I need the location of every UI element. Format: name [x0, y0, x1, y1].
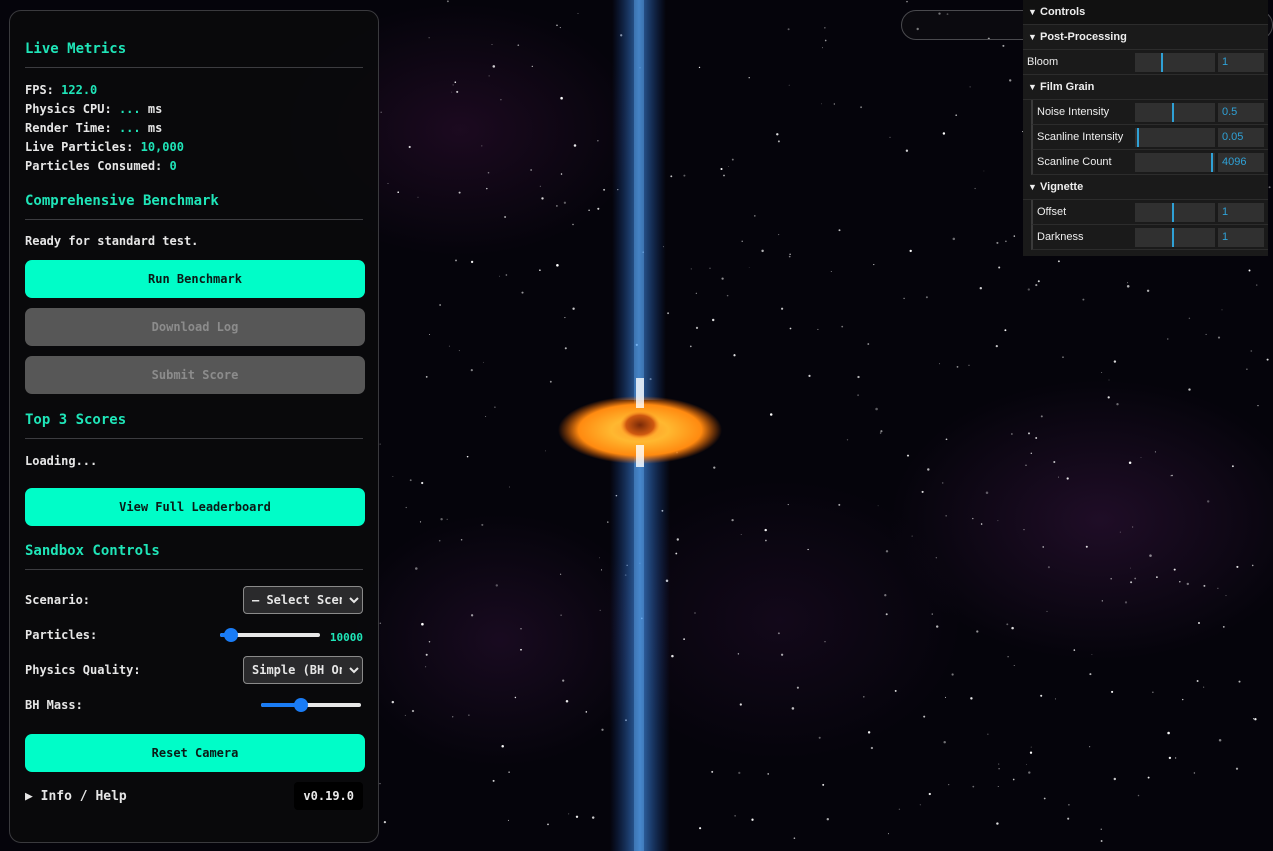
noise-intensity-input[interactable]: 0.5 — [1218, 102, 1264, 122]
offset-label: Offset — [1037, 206, 1067, 218]
run-benchmark-button[interactable]: Run Benchmark — [25, 260, 365, 298]
noise-intensity-label: Noise Intensity — [1037, 106, 1110, 118]
gui-controls: ▼ Controls ▼ Post-Processing Bloom 1 ▼ Film… — [1023, 0, 1268, 256]
quality-row: Physics Quality: Simple (BH Only) — [25, 652, 363, 687]
scanline-count-slider[interactable] — [1135, 152, 1215, 172]
scanline-count-label: Scanline Count — [1037, 156, 1112, 168]
scanline-count-control: Scanline Count 4096 — [1031, 150, 1268, 175]
post-processing-folder[interactable]: ▼ Post-Processing — [1023, 25, 1268, 50]
scenario-row: Scenario: – Select Scenario – — [25, 582, 363, 617]
fps-value: 122.0 — [61, 83, 98, 97]
bh-mass-slider[interactable] — [261, 697, 361, 712]
info-help-toggle[interactable]: ▶ Info / Help — [25, 789, 127, 804]
reset-camera-button[interactable]: Reset Camera — [25, 734, 365, 772]
particles-slider-thumb[interactable] — [224, 627, 239, 642]
bloom-label: Bloom — [1027, 56, 1059, 68]
view-leaderboard-button[interactable]: View Full Leaderboard — [25, 488, 365, 526]
caret-down-icon: ▼ — [1028, 32, 1037, 42]
darkness-label: Darkness — [1037, 231, 1084, 243]
scanline-count-input[interactable]: 4096 — [1218, 152, 1264, 172]
fps-metric: FPS: 122.0 — [25, 83, 98, 97]
scanline-intensity-label: Scanline Intensity — [1037, 131, 1124, 143]
gui-title[interactable]: ▼ Controls — [1023, 0, 1268, 25]
scenario-label: Scenario: — [25, 592, 91, 607]
darkness-slider[interactable] — [1135, 227, 1215, 247]
particles-value: 10,000 — [140, 140, 184, 154]
panel-footer: ▶ Info / Help v0.19.0 — [25, 782, 363, 810]
render-value: ... — [118, 121, 141, 135]
bloom-control: Bloom 1 — [1023, 50, 1268, 75]
scenario-select[interactable]: – Select Scenario – — [243, 585, 363, 614]
mass-label: BH Mass: — [25, 697, 83, 712]
bloom-slider[interactable] — [1135, 52, 1215, 72]
download-log-button[interactable]: Download Log — [25, 308, 365, 346]
physics-quality-select[interactable]: Simple (BH Only) — [243, 655, 363, 684]
version-badge: v0.19.0 — [294, 782, 363, 810]
control-panel: Live Metrics FPS: 122.0 Physics CPU: ...… — [9, 10, 379, 843]
benchmark-status: Ready for standard test. — [25, 234, 199, 248]
particles-row: Particles: 10000 — [25, 617, 363, 652]
bh-mass-slider-thumb[interactable] — [293, 697, 308, 712]
physics-metric: Physics CPU: ... ms — [25, 102, 163, 116]
live-metrics: FPS: 122.0 Physics CPU: ... ms Render Ti… — [25, 81, 363, 176]
darkness-control: Darkness 1 — [1031, 225, 1268, 250]
bloom-input[interactable]: 1 — [1218, 52, 1264, 72]
scanline-intensity-slider[interactable] — [1135, 127, 1215, 147]
particles-slider[interactable] — [219, 627, 320, 642]
physics-value: ... — [118, 102, 141, 116]
scores-status: Loading... — [25, 454, 98, 468]
darkness-input[interactable]: 1 — [1218, 227, 1264, 247]
mass-row: BH Mass: — [25, 687, 363, 722]
caret-down-icon: ▼ — [1028, 82, 1037, 92]
noise-intensity-slider[interactable] — [1135, 102, 1215, 122]
benchmark-title: Comprehensive Benchmark — [25, 193, 363, 220]
film-grain-folder[interactable]: ▼ Film Grain — [1023, 75, 1268, 100]
caret-down-icon: ▼ — [1028, 7, 1037, 17]
consumed-metric: Particles Consumed: 0 — [25, 159, 177, 173]
sandbox-title: Sandbox Controls — [25, 543, 363, 570]
offset-slider[interactable] — [1135, 202, 1215, 222]
scanline-intensity-control: Scanline Intensity 0.05 — [1031, 125, 1268, 150]
particles-label: Particles: — [25, 627, 98, 642]
caret-down-icon: ▼ — [1028, 182, 1037, 192]
top-scores-title: Top 3 Scores — [25, 412, 363, 439]
particles-count: 10000 — [329, 631, 363, 644]
submit-score-button[interactable]: Submit Score — [25, 356, 365, 394]
vignette-folder[interactable]: ▼ Vignette — [1023, 175, 1268, 200]
live-metrics-title: Live Metrics — [25, 41, 363, 68]
offset-input[interactable]: 1 — [1218, 202, 1264, 222]
consumed-value: 0 — [169, 159, 177, 173]
particles-metric: Live Particles: 10,000 — [25, 140, 184, 154]
render-metric: Render Time: ... ms — [25, 121, 163, 135]
noise-intensity-control: Noise Intensity 0.5 — [1031, 100, 1268, 125]
quality-label: Physics Quality: — [25, 662, 141, 677]
scanline-intensity-input[interactable]: 0.05 — [1218, 127, 1264, 147]
offset-control: Offset 1 — [1031, 200, 1268, 225]
